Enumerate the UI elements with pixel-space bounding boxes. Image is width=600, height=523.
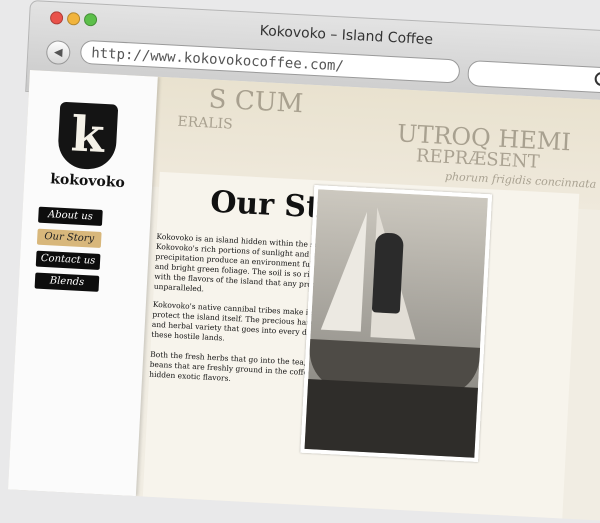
window-title: Kokovoko – Island Coffee [259, 23, 434, 49]
minimize-window-icon[interactable] [66, 11, 81, 26]
zoom-window-icon[interactable] [83, 12, 98, 27]
nav-blends[interactable]: Blends [34, 272, 100, 292]
search-icon [594, 71, 600, 87]
close-window-icon[interactable] [49, 11, 64, 25]
sidebar: k kokovoko About us Our Story Contact us… [8, 70, 158, 497]
map-text: ERALIS [177, 113, 234, 133]
harpooner-figure [371, 232, 404, 314]
back-button[interactable]: ◀ [45, 39, 71, 66]
web-page: S CUM ERALIS UTROQ HEMI REPRÆSENT phorum… [8, 70, 600, 523]
back-arrow-icon: ◀ [53, 45, 63, 59]
sail-shape [320, 209, 368, 332]
browser-search-field[interactable] [467, 60, 600, 95]
logo-letter: k [69, 106, 106, 164]
whaling-illustration [300, 185, 493, 462]
logo-wordmark: kokovoko [49, 171, 126, 192]
map-text: S CUM [207, 84, 304, 120]
nav-contact-us[interactable]: Contact us [35, 250, 101, 270]
logo[interactable]: k [56, 101, 119, 171]
nav-about-us[interactable]: About us [38, 206, 103, 226]
nav-our-story[interactable]: Our Story [36, 228, 102, 248]
crew-shape [304, 378, 478, 458]
